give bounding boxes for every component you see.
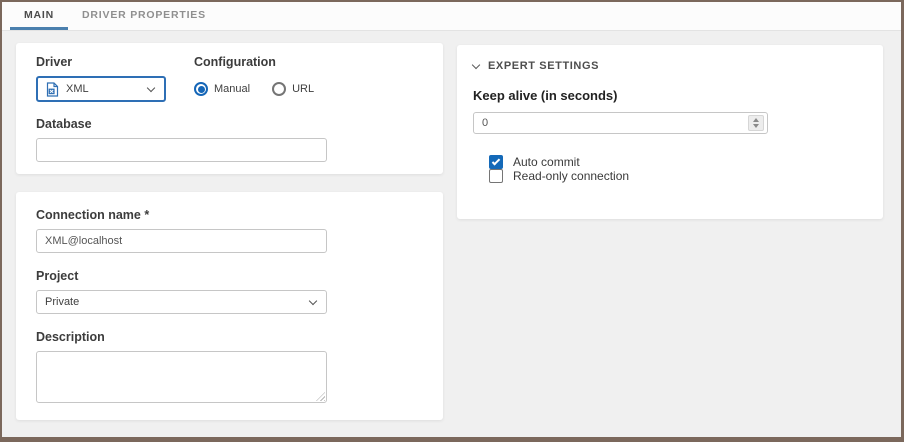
description-label: Description	[36, 330, 423, 344]
radio-unselected-icon	[272, 82, 286, 96]
keep-alive-input[interactable]: 0	[473, 112, 768, 134]
xml-file-icon	[46, 82, 59, 97]
read-only-checkbox-row[interactable]: Read-only connection	[489, 169, 867, 183]
radio-manual-label: Manual	[214, 83, 250, 95]
connection-name-input[interactable]	[36, 229, 327, 253]
database-label: Database	[36, 117, 423, 131]
chevron-down-icon	[147, 83, 155, 91]
driver-select-value: XML	[66, 83, 142, 95]
configuration-label: Configuration	[194, 55, 314, 69]
number-stepper-icon[interactable]	[748, 115, 764, 131]
read-only-label: Read-only connection	[513, 169, 629, 183]
configuration-radio-group: Manual URL	[194, 76, 314, 102]
connection-info-card: Connection name * Project Private Descri…	[16, 192, 443, 420]
stepper-down-icon	[753, 124, 759, 128]
keep-alive-label: Keep alive (in seconds)	[473, 88, 867, 103]
checkbox-checked-icon[interactable]	[489, 155, 503, 169]
radio-url[interactable]: URL	[272, 82, 314, 96]
checkmark-icon	[492, 157, 500, 165]
database-input[interactable]	[36, 138, 327, 162]
expert-settings-title: EXPERT SETTINGS	[488, 60, 599, 72]
keep-alive-value: 0	[482, 117, 748, 129]
radio-selected-icon	[194, 82, 208, 96]
expert-settings-toggle[interactable]: EXPERT SETTINGS	[473, 57, 867, 75]
chevron-down-icon	[472, 60, 480, 68]
expert-settings-card: EXPERT SETTINGS Keep alive (in seconds) …	[457, 45, 883, 219]
connection-name-label: Connection name *	[36, 208, 423, 222]
description-textarea[interactable]	[36, 351, 327, 403]
tab-driver-properties[interactable]: DRIVER PROPERTIES	[68, 2, 220, 30]
driver-settings-card: Driver XML Configuration	[16, 43, 443, 174]
tab-bar: MAIN DRIVER PROPERTIES	[2, 2, 901, 31]
project-select-value: Private	[45, 296, 304, 308]
checkbox-unchecked-icon[interactable]	[489, 169, 503, 183]
driver-select[interactable]: XML	[36, 76, 166, 102]
connection-settings-window: MAIN DRIVER PROPERTIES Driver XML	[0, 0, 904, 442]
radio-url-label: URL	[292, 83, 314, 95]
project-select[interactable]: Private	[36, 290, 327, 314]
chevron-down-icon	[309, 296, 317, 304]
auto-commit-label: Auto commit	[513, 155, 580, 169]
tab-main[interactable]: MAIN	[10, 2, 68, 30]
project-label: Project	[36, 269, 423, 283]
auto-commit-checkbox-row[interactable]: Auto commit	[489, 155, 867, 169]
radio-manual[interactable]: Manual	[194, 82, 250, 96]
stepper-up-icon	[753, 118, 759, 122]
driver-label: Driver	[36, 55, 194, 69]
